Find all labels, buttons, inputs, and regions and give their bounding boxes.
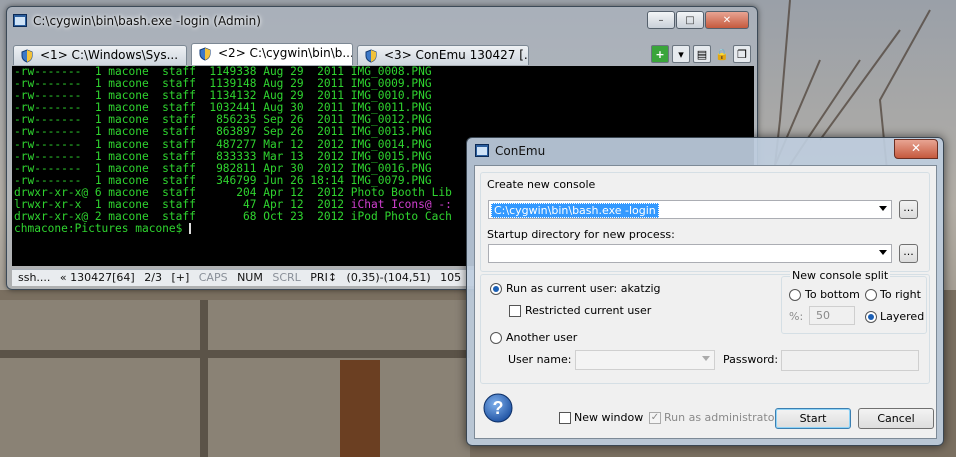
startup-dir-label: Startup directory for new process:: [487, 228, 675, 241]
command-value: C:\cygwin\bin\bash.exe -login: [491, 203, 659, 218]
password-label: Password:: [723, 353, 779, 366]
run-admin-checkbox[interactable]: ✓: [649, 412, 661, 424]
new-window-checkbox[interactable]: [559, 412, 571, 424]
browse-command-button[interactable]: ...: [899, 200, 918, 219]
new-console-dialog: ConEmu ✕ Create new console C:\cygwin\bi…: [466, 137, 944, 446]
symlink-name: iChat Icons@ -:: [350, 198, 452, 212]
status-process[interactable]: ssh....: [18, 271, 50, 284]
create-console-label: Create new console: [487, 178, 596, 191]
status-tab-position[interactable]: 2/3: [144, 271, 162, 284]
svg-text:?: ?: [493, 398, 504, 418]
shell-prompt: chmacone:Pictures macone$: [14, 222, 190, 236]
tab-1[interactable]: <1> C:\Windows\Sys...: [13, 45, 187, 65]
dropdown-arrow-icon[interactable]: ▾: [672, 45, 690, 63]
browse-startup-button[interactable]: ...: [899, 244, 918, 263]
caption-buttons: – □ ✕: [646, 11, 749, 29]
lock-icon[interactable]: 🔒: [714, 46, 730, 62]
dialog-body: Create new console C:\cygwin\bin\bash.ex…: [474, 165, 937, 439]
dialog-title: ConEmu: [475, 144, 545, 158]
status-version[interactable]: « 130427[64]: [60, 271, 135, 284]
toolbar: + ▾ ▤ 🔒 ❐: [651, 45, 751, 63]
status-priority[interactable]: PRI↕: [310, 271, 337, 284]
run-current-user-radio[interactable]: [490, 283, 502, 295]
user-name-label: User name:: [508, 353, 572, 366]
maximize-button[interactable]: □: [676, 11, 704, 29]
split-layered-label[interactable]: Layered: [880, 310, 924, 323]
paste-icon[interactable]: ▤: [693, 45, 711, 63]
tab-2[interactable]: <2> C:\cygwin\bin\b...: [191, 43, 353, 65]
tab-2-label: <2> C:\cygwin\bin\b...: [218, 46, 353, 60]
status-coords: (0,35)-(104,51): [346, 271, 431, 284]
startup-dir-combobox[interactable]: [488, 244, 892, 263]
run-current-user-label[interactable]: Run as current user: akatzig: [506, 282, 661, 295]
cancel-button[interactable]: Cancel: [858, 408, 934, 429]
dialog-close-button[interactable]: ✕: [894, 139, 938, 159]
status-extra: 105: [440, 271, 462, 284]
split-bottom-radio[interactable]: [789, 289, 801, 301]
user-name-combobox[interactable]: [575, 350, 715, 370]
split-right-radio[interactable]: [865, 289, 877, 301]
split-bottom-label[interactable]: To bottom: [805, 288, 860, 301]
tab-1-label: <1> C:\Windows\Sys...: [40, 48, 179, 62]
tab-3-label: <3> ConEmu 130427 [...: [384, 48, 529, 62]
command-combobox[interactable]: C:\cygwin\bin\bash.exe -login: [488, 200, 892, 219]
window-title: C:\cygwin\bin\bash.exe -login (Admin): [13, 11, 633, 31]
uac-shield-icon: [21, 49, 33, 63]
chevron-down-icon[interactable]: [879, 206, 887, 211]
restricted-user-label[interactable]: Restricted current user: [525, 304, 651, 317]
start-button[interactable]: Start: [775, 408, 851, 429]
conemu-app-icon: [13, 14, 27, 27]
status-plus[interactable]: [+]: [171, 271, 189, 284]
split-right-label[interactable]: To right: [880, 288, 921, 301]
chevron-down-icon[interactable]: [879, 250, 887, 255]
uac-shield-icon: [199, 47, 211, 61]
tab-3[interactable]: <3> ConEmu 130427 [...: [357, 45, 529, 65]
new-console-plus-icon[interactable]: +: [651, 45, 669, 63]
run-admin-label[interactable]: Run as administrator: [664, 411, 779, 424]
uac-shield-icon: [365, 49, 377, 63]
tab-bar: <1> C:\Windows\Sys... <2> C:\cygwin\bin\…: [13, 43, 751, 65]
status-num: NUM: [237, 271, 263, 284]
restricted-user-checkbox[interactable]: [509, 305, 521, 317]
another-user-radio[interactable]: [490, 332, 502, 344]
split-group-label: New console split: [790, 269, 891, 282]
minimize-button[interactable]: –: [647, 11, 675, 29]
split-percent-field[interactable]: 50: [809, 306, 855, 325]
close-button[interactable]: ✕: [705, 11, 749, 29]
text-cursor: [189, 223, 192, 235]
help-icon[interactable]: ?: [483, 393, 513, 423]
split-group: [781, 276, 927, 334]
chevron-down-icon[interactable]: [702, 356, 710, 361]
new-window-label[interactable]: New window: [574, 411, 643, 424]
conemu-app-icon: [475, 144, 489, 157]
window-title-text: C:\cygwin\bin\bash.exe -login (Admin): [33, 14, 261, 28]
password-field[interactable]: [781, 350, 919, 371]
status-scrl: SCRL: [272, 271, 301, 284]
another-user-label[interactable]: Another user: [506, 331, 577, 344]
split-percent-label: %:: [789, 310, 804, 323]
dialog-title-text: ConEmu: [495, 144, 546, 158]
status-caps: CAPS: [198, 271, 228, 284]
maximize-pane-icon[interactable]: ❐: [733, 45, 751, 63]
split-layered-radio[interactable]: [865, 311, 877, 323]
